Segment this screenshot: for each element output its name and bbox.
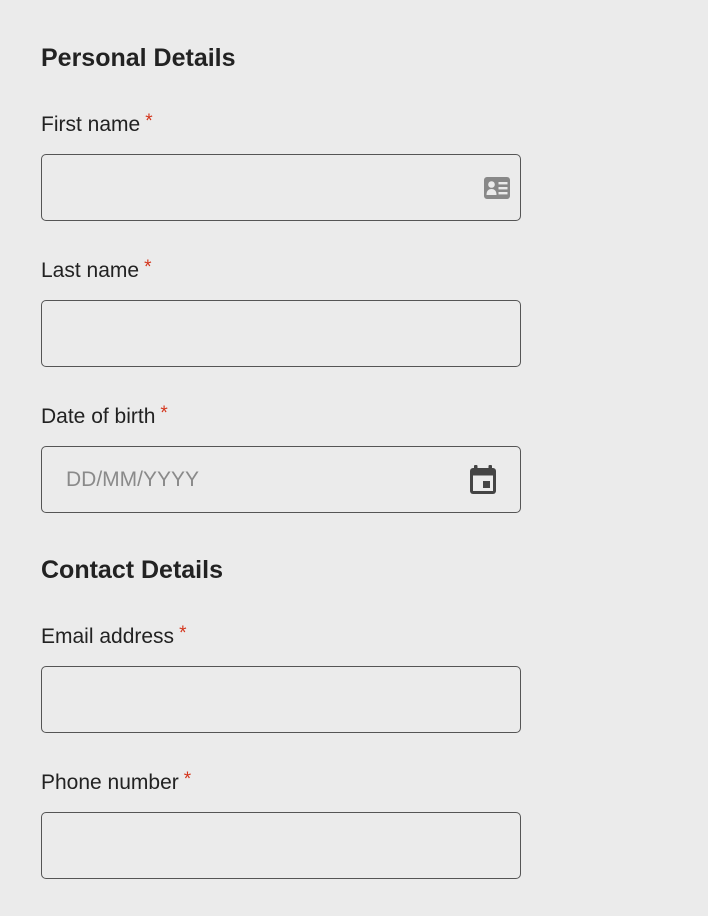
email-input[interactable] xyxy=(42,667,520,732)
dob-label: Date of birth * xyxy=(41,403,168,431)
contact-card-icon[interactable] xyxy=(483,176,511,200)
dob-label-text: Date of birth xyxy=(41,405,156,428)
last-name-input[interactable] xyxy=(42,301,520,366)
first-name-field[interactable] xyxy=(41,154,521,221)
email-label-text: Email address xyxy=(41,625,175,648)
phone-input[interactable] xyxy=(42,813,520,878)
required-marker: * xyxy=(144,257,152,278)
required-marker: * xyxy=(145,111,153,132)
last-name-label: Last name * xyxy=(41,257,152,285)
phone-label-text: Phone number xyxy=(41,771,179,794)
email-field[interactable] xyxy=(41,666,521,733)
last-name-label-text: Last name xyxy=(41,259,140,282)
calendar-icon[interactable] xyxy=(469,464,497,495)
dob-field[interactable] xyxy=(41,446,521,513)
contact-details-heading: Contact Details xyxy=(41,556,223,584)
first-name-label-text: First name xyxy=(41,113,141,136)
phone-field[interactable] xyxy=(41,812,521,879)
personal-details-heading: Personal Details xyxy=(41,44,236,72)
dob-input[interactable] xyxy=(42,447,520,512)
phone-label: Phone number * xyxy=(41,769,192,797)
email-label: Email address * xyxy=(41,623,187,651)
required-marker: * xyxy=(160,403,168,424)
required-marker: * xyxy=(183,769,192,790)
first-name-input[interactable] xyxy=(42,155,520,220)
required-marker: * xyxy=(179,623,187,644)
first-name-label: First name * xyxy=(41,111,153,139)
last-name-field[interactable] xyxy=(41,300,521,367)
